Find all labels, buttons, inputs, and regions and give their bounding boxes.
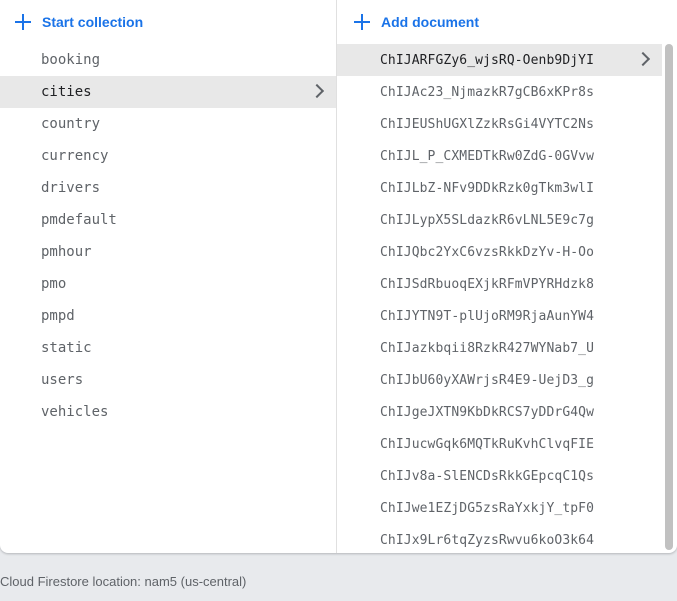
collection-item[interactable]: pmdefault <box>0 204 336 236</box>
collection-item-label: cities <box>41 84 92 100</box>
collection-item[interactable]: cities <box>0 76 336 108</box>
collection-item-label: pmhour <box>41 244 92 260</box>
add-document-button[interactable]: Add document <box>353 8 479 36</box>
document-item-label: ChIJL_P_CXMEDTkRw0ZdG-0GVvw <box>380 148 595 164</box>
collection-item-label: pmdefault <box>41 212 117 228</box>
collection-list: booking cities country currency drivers pmdef… <box>0 44 336 428</box>
scrollbar-thumb[interactable] <box>665 44 673 550</box>
collection-item-label: drivers <box>41 180 101 196</box>
document-item-label: ChIJv8a-SlENCDsRkkGEpcqC1Qs <box>380 468 595 484</box>
add-document-label: Add document <box>381 14 479 30</box>
document-item[interactable]: ChIJLypX5SLdazkR6vLNL5E9c7g <box>337 204 662 236</box>
document-item-label: ChIJLypX5SLdazkR6vLNL5E9c7g <box>380 212 595 228</box>
start-collection-label: Start collection <box>42 14 144 30</box>
collection-item[interactable]: country <box>0 108 336 140</box>
chevron-right-icon <box>309 83 325 99</box>
start-collection-button[interactable]: Start collection <box>14 8 143 36</box>
collections-panel: Start collection booking cities country cur… <box>0 0 337 553</box>
document-item-label: ChIJQbc2YxC6vzsRkkDzYv-H-Oo <box>380 244 595 260</box>
collection-item[interactable]: static <box>0 332 336 364</box>
collection-item[interactable]: booking <box>0 44 336 76</box>
document-item[interactable]: ChIJgeJXTN9KbDkRCS7yDDrG4Qw <box>337 396 662 428</box>
document-list: ChIJARFGZy6_wjsRQ-Oenb9DjYI ChIJAc23_Njma… <box>337 44 662 553</box>
document-item[interactable]: ChIJAc23_NjmazkR7gCB6xKPr8s <box>337 76 662 108</box>
collection-item-label: country <box>41 116 101 132</box>
document-item-label: ChIJbU60yXAWrjsR4E9-UejD3_g <box>380 372 595 388</box>
document-item[interactable]: ChIJLbZ-NFv9DDkRzk0gTkm3wlI <box>337 172 662 204</box>
firestore-location-text: Cloud Firestore location: nam5 (us-centr… <box>0 574 247 589</box>
document-item-label: ChIJucwGqk6MQTkRuKvhClvqFIE <box>380 436 595 452</box>
document-item[interactable]: ChIJbU60yXAWrjsR4E9-UejD3_g <box>337 364 662 396</box>
document-item[interactable]: ChIJazkbqii8RzkR427WYNab7_U <box>337 332 662 364</box>
plus-icon <box>353 13 371 31</box>
document-item-label: ChIJSdRbuoqEXjkRFmVPYRHdzk8 <box>380 276 595 292</box>
document-item[interactable]: ChIJYTN9T-plUjoRM9RjaAunYW4 <box>337 300 662 332</box>
document-item[interactable]: ChIJL_P_CXMEDTkRw0ZdG-0GVvw <box>337 140 662 172</box>
document-item-label: ChIJazkbqii8RzkR427WYNab7_U <box>380 340 595 356</box>
collection-item[interactable]: pmpd <box>0 300 336 332</box>
collection-item-label: booking <box>41 52 101 68</box>
document-item-label: ChIJAc23_NjmazkR7gCB6xKPr8s <box>380 84 595 100</box>
document-item[interactable]: ChIJARFGZy6_wjsRQ-Oenb9DjYI <box>337 44 662 76</box>
document-item-label: ChIJLbZ-NFv9DDkRzk0gTkm3wlI <box>380 180 595 196</box>
firestore-data-card: Start collection booking cities country cur… <box>0 0 677 553</box>
document-list-scrollbar[interactable] <box>664 44 674 550</box>
collection-item[interactable]: drivers <box>0 172 336 204</box>
plus-icon <box>14 13 32 31</box>
document-item-label: ChIJARFGZy6_wjsRQ-Oenb9DjYI <box>380 52 595 68</box>
collection-item-label: pmpd <box>41 308 75 324</box>
document-item[interactable]: ChIJx9Lr6tqZyzsRwvu6koO3k64 <box>337 524 662 553</box>
document-item[interactable]: ChIJucwGqk6MQTkRuKvhClvqFIE <box>337 428 662 460</box>
collection-item[interactable]: pmhour <box>0 236 336 268</box>
collection-item-label: users <box>41 372 84 388</box>
chevron-right-icon <box>635 51 651 67</box>
collection-item[interactable]: vehicles <box>0 396 336 428</box>
document-item-label: ChIJgeJXTN9KbDkRCS7yDDrG4Qw <box>380 404 595 420</box>
documents-panel: Add document ChIJARFGZy6_wjsRQ-Oenb9DjYI… <box>337 0 677 553</box>
document-item[interactable]: ChIJv8a-SlENCDsRkkGEpcqC1Qs <box>337 460 662 492</box>
collection-item[interactable]: pmo <box>0 268 336 300</box>
collection-item-label: vehicles <box>41 404 109 420</box>
collection-item-label: currency <box>41 148 109 164</box>
collection-item[interactable]: currency <box>0 140 336 172</box>
document-item[interactable]: ChIJwe1EZjDG5zsRaYxkjY_tpF0 <box>337 492 662 524</box>
document-item-label: ChIJYTN9T-plUjoRM9RjaAunYW4 <box>380 308 595 324</box>
document-item[interactable]: ChIJQbc2YxC6vzsRkkDzYv-H-Oo <box>337 236 662 268</box>
document-item-label: ChIJEUShUGXlZzkRsGi4VYTC2Ns <box>380 116 595 132</box>
collection-item-label: pmo <box>41 276 67 292</box>
document-item[interactable]: ChIJEUShUGXlZzkRsGi4VYTC2Ns <box>337 108 662 140</box>
collection-item[interactable]: users <box>0 364 336 396</box>
collection-item-label: static <box>41 340 92 356</box>
document-item-label: ChIJx9Lr6tqZyzsRwvu6koO3k64 <box>380 532 595 548</box>
document-item[interactable]: ChIJSdRbuoqEXjkRFmVPYRHdzk8 <box>337 268 662 300</box>
document-item-label: ChIJwe1EZjDG5zsRaYxkjY_tpF0 <box>380 500 595 516</box>
